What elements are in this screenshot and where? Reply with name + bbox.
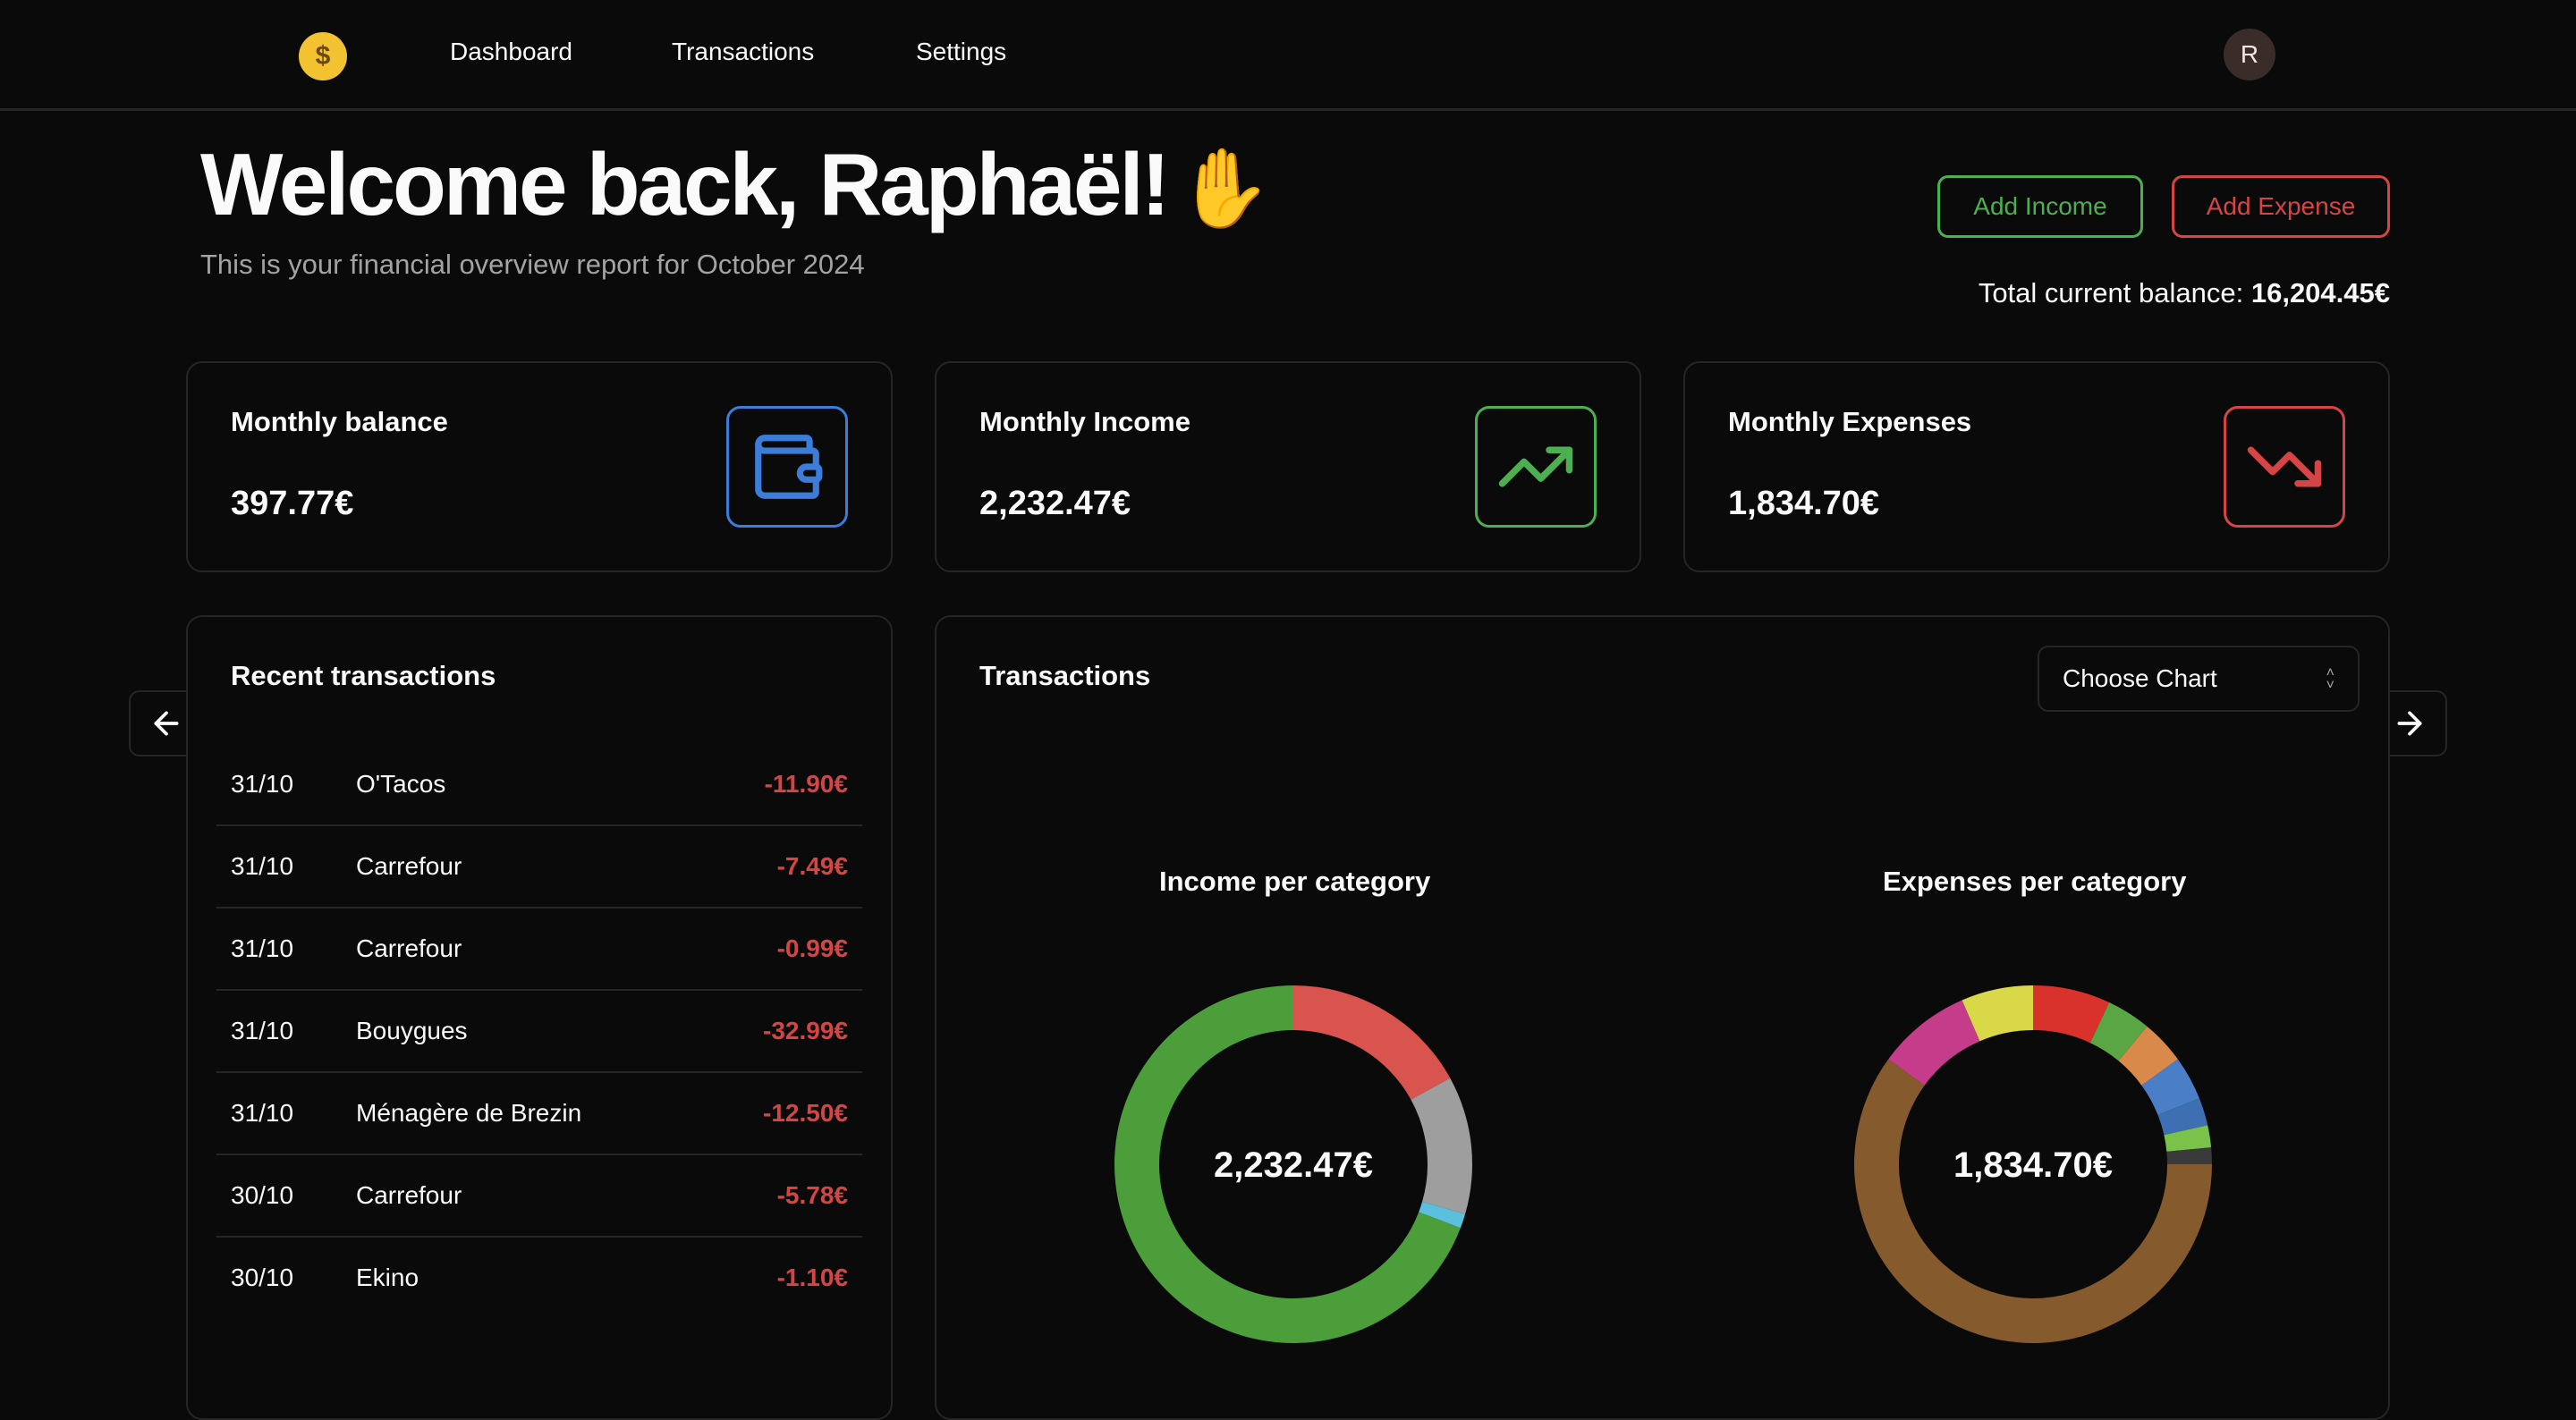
arrow-left-icon [154, 711, 179, 736]
monthly-expenses-card: Monthly Expenses 1,834.70€ [1683, 361, 2390, 572]
income-total-label: 2,232.47€ [1214, 1145, 1373, 1185]
list-item[interactable]: 31/10 O'Tacos -11.90€ [216, 744, 862, 826]
tx-date: 31/10 [231, 852, 294, 880]
income-donut-slice-1[interactable] [1411, 1078, 1472, 1214]
arrow-right-icon [2397, 711, 2422, 736]
tx-name: Carrefour [356, 934, 462, 962]
add-expense-button[interactable]: Add Expense [2172, 175, 2390, 238]
expenses-donut-chart: 1,834.70€ [1854, 985, 2212, 1343]
total-balance-label: Total current balance: [1978, 277, 2244, 309]
list-item[interactable]: 30/10 Ekino -1.10€ [216, 1238, 862, 1318]
top-navbar: $ Dashboard Transactions Settings R [0, 0, 2576, 111]
tx-amount: -11.90€ [764, 770, 848, 798]
tx-amount: -12.50€ [763, 1099, 848, 1127]
stat-value: 1,834.70€ [1728, 485, 1880, 522]
waving-hand-icon: ✋ [1176, 146, 1272, 232]
page-title: Welcome back, Raphaël! ✋ [200, 134, 1272, 235]
tx-name: Ekino [356, 1264, 419, 1291]
money-mouth-face-icon[interactable]: $ [299, 32, 347, 80]
page-subtitle: This is your financial overview report f… [200, 249, 865, 280]
choose-chart-select[interactable]: Choose Chart ˄ ˅ [2038, 646, 2360, 712]
stat-label: Monthly balance [231, 406, 448, 437]
recent-transactions-title: Recent transactions [231, 660, 496, 691]
tx-date: 31/10 [231, 770, 294, 798]
tx-amount: -7.49€ [776, 852, 848, 880]
income-donut-slice-0[interactable] [1293, 985, 1451, 1100]
nav-link-transactions[interactable]: Transactions [672, 38, 814, 66]
tx-name: Carrefour [356, 852, 462, 880]
total-balance: Total current balance: 16,204.45€ [1979, 277, 2390, 309]
tx-date: 31/10 [231, 934, 294, 962]
wallet-icon [726, 406, 848, 528]
tx-name: Bouygues [356, 1017, 468, 1044]
trending-up-icon [1475, 406, 1597, 528]
monthly-income-card: Monthly Income 2,232.47€ [935, 361, 1641, 572]
tx-name: Carrefour [356, 1181, 462, 1209]
welcome-text: Welcome back, Raphaël! [200, 135, 1170, 233]
list-item[interactable]: 31/10 Bouygues -32.99€ [216, 991, 862, 1073]
transactions-list: 31/10 O'Tacos -11.90€ 31/10 Carrefour -7… [216, 744, 862, 1318]
add-income-button[interactable]: Add Income [1937, 175, 2143, 238]
stat-label: Monthly Expenses [1728, 406, 1972, 437]
income-chart-title: Income per category [1159, 866, 1431, 897]
choose-chart-label: Choose Chart [2063, 664, 2217, 692]
tx-date: 31/10 [231, 1099, 294, 1127]
list-item[interactable]: 31/10 Carrefour -0.99€ [216, 909, 862, 991]
nav-link-settings[interactable]: Settings [916, 38, 1006, 66]
tx-date: 31/10 [231, 1017, 294, 1044]
list-item[interactable]: 31/10 Carrefour -7.49€ [216, 826, 862, 909]
transactions-chart-card: Transactions Choose Chart ˄ ˅ Income per … [935, 615, 2390, 1420]
total-balance-value: 16,204.45€ [2250, 277, 2390, 309]
stat-value: 2,232.47€ [979, 485, 1131, 522]
tx-amount: -5.78€ [776, 1181, 848, 1209]
trending-down-icon [2224, 406, 2345, 528]
tx-date: 30/10 [231, 1181, 294, 1209]
income-donut-chart: 2,232.47€ [1114, 985, 1472, 1343]
tx-amount: -0.99€ [776, 934, 848, 962]
avatar[interactable]: R [2224, 29, 2275, 80]
chevron-up-down-icon: ˄ ˅ [2326, 665, 2334, 693]
list-item[interactable]: 31/10 Ménagère de Brezin -12.50€ [216, 1073, 862, 1155]
nav-link-dashboard[interactable]: Dashboard [450, 38, 572, 66]
transactions-chart-title: Transactions [979, 660, 1151, 691]
expenses-chart-title: Expenses per category [1883, 866, 2187, 897]
tx-date: 30/10 [231, 1264, 294, 1291]
tx-name: O'Tacos [356, 770, 446, 798]
monthly-balance-card: Monthly balance 397.77€ [186, 361, 893, 572]
tx-name: Ménagère de Brezin [356, 1099, 582, 1127]
stat-value: 397.77€ [231, 485, 354, 522]
list-item[interactable]: 30/10 Carrefour -5.78€ [216, 1155, 862, 1238]
stat-label: Monthly Income [979, 406, 1191, 437]
tx-amount: -1.10€ [776, 1264, 848, 1291]
tx-amount: -32.99€ [763, 1017, 848, 1044]
expenses-total-label: 1,834.70€ [1953, 1145, 2113, 1185]
recent-transactions-card: Recent transactions 31/10 O'Tacos -11.90… [186, 615, 893, 1420]
